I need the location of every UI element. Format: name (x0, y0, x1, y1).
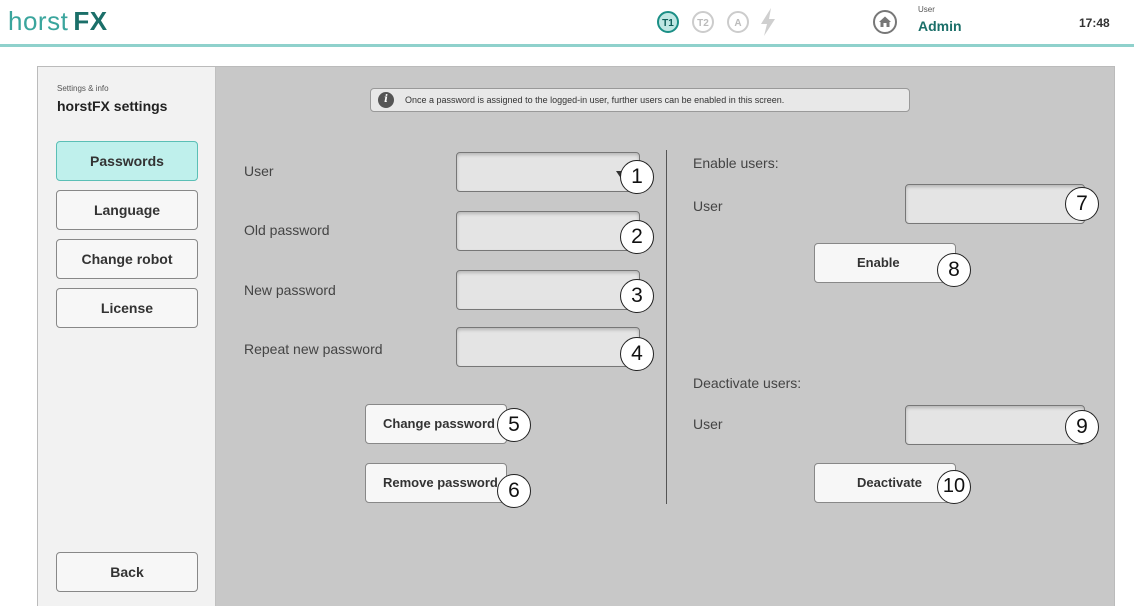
breadcrumb: Settings & info (57, 84, 109, 93)
lightning-icon (761, 8, 775, 36)
callout-4: 4 (620, 337, 654, 371)
enable-button[interactable]: Enable (814, 243, 956, 283)
current-user-name[interactable]: Admin (918, 18, 962, 34)
callout-8: 8 (937, 253, 971, 287)
user-select[interactable] (456, 152, 640, 192)
remove-password-button[interactable]: Remove password (365, 463, 507, 503)
page-title: horstFX settings (57, 98, 168, 114)
callout-3: 3 (620, 279, 654, 313)
header-divider (0, 44, 1134, 47)
enable-user-label: User (693, 198, 723, 214)
sidebar-item-language[interactable]: Language (56, 190, 198, 230)
repeat-password-label: Repeat new password (244, 341, 383, 357)
mode-t1-indicator[interactable]: T1 (657, 11, 679, 33)
callout-5: 5 (497, 408, 531, 442)
info-icon: i (378, 92, 394, 108)
home-icon (879, 16, 891, 27)
clock: 17:48 (1079, 16, 1110, 30)
repeat-password-field[interactable] (456, 327, 640, 367)
deactivate-button[interactable]: Deactivate (814, 463, 956, 503)
mode-t2-indicator[interactable]: T2 (692, 11, 714, 33)
column-divider (666, 150, 667, 504)
horstfx-logo: horst FX (8, 6, 108, 36)
sidebar-item-change-robot[interactable]: Change robot (56, 239, 198, 279)
deactivate-user-label: User (693, 416, 723, 432)
top-bar: horst FX T1 T2 A User Admin 17:48 (0, 0, 1134, 44)
deactivate-users-heading: Deactivate users: (693, 375, 802, 391)
callout-10: 10 (937, 470, 971, 504)
callout-7: 7 (1065, 187, 1099, 221)
info-banner: Once a password is assigned to the logge… (370, 88, 910, 112)
sidebar-item-passwords[interactable]: Passwords (56, 141, 198, 181)
callout-6: 6 (497, 474, 531, 508)
old-password-label: Old password (244, 222, 330, 238)
deactivate-user-select[interactable] (905, 405, 1085, 445)
callout-1: 1 (620, 160, 654, 194)
user-caption: User (918, 5, 935, 14)
user-label: User (244, 163, 274, 179)
mode-auto-indicator[interactable]: A (727, 11, 749, 33)
enable-users-heading: Enable users: (693, 155, 779, 171)
back-button[interactable]: Back (56, 552, 198, 592)
change-password-button[interactable]: Change password (365, 404, 507, 444)
home-button[interactable] (873, 10, 897, 34)
main-panel (216, 67, 1114, 606)
new-password-field[interactable] (456, 270, 640, 310)
enable-user-select[interactable] (905, 184, 1085, 224)
sidebar-item-license[interactable]: License (56, 288, 198, 328)
callout-9: 9 (1065, 410, 1099, 444)
callout-2: 2 (620, 220, 654, 254)
old-password-field[interactable] (456, 211, 640, 251)
new-password-label: New password (244, 282, 336, 298)
